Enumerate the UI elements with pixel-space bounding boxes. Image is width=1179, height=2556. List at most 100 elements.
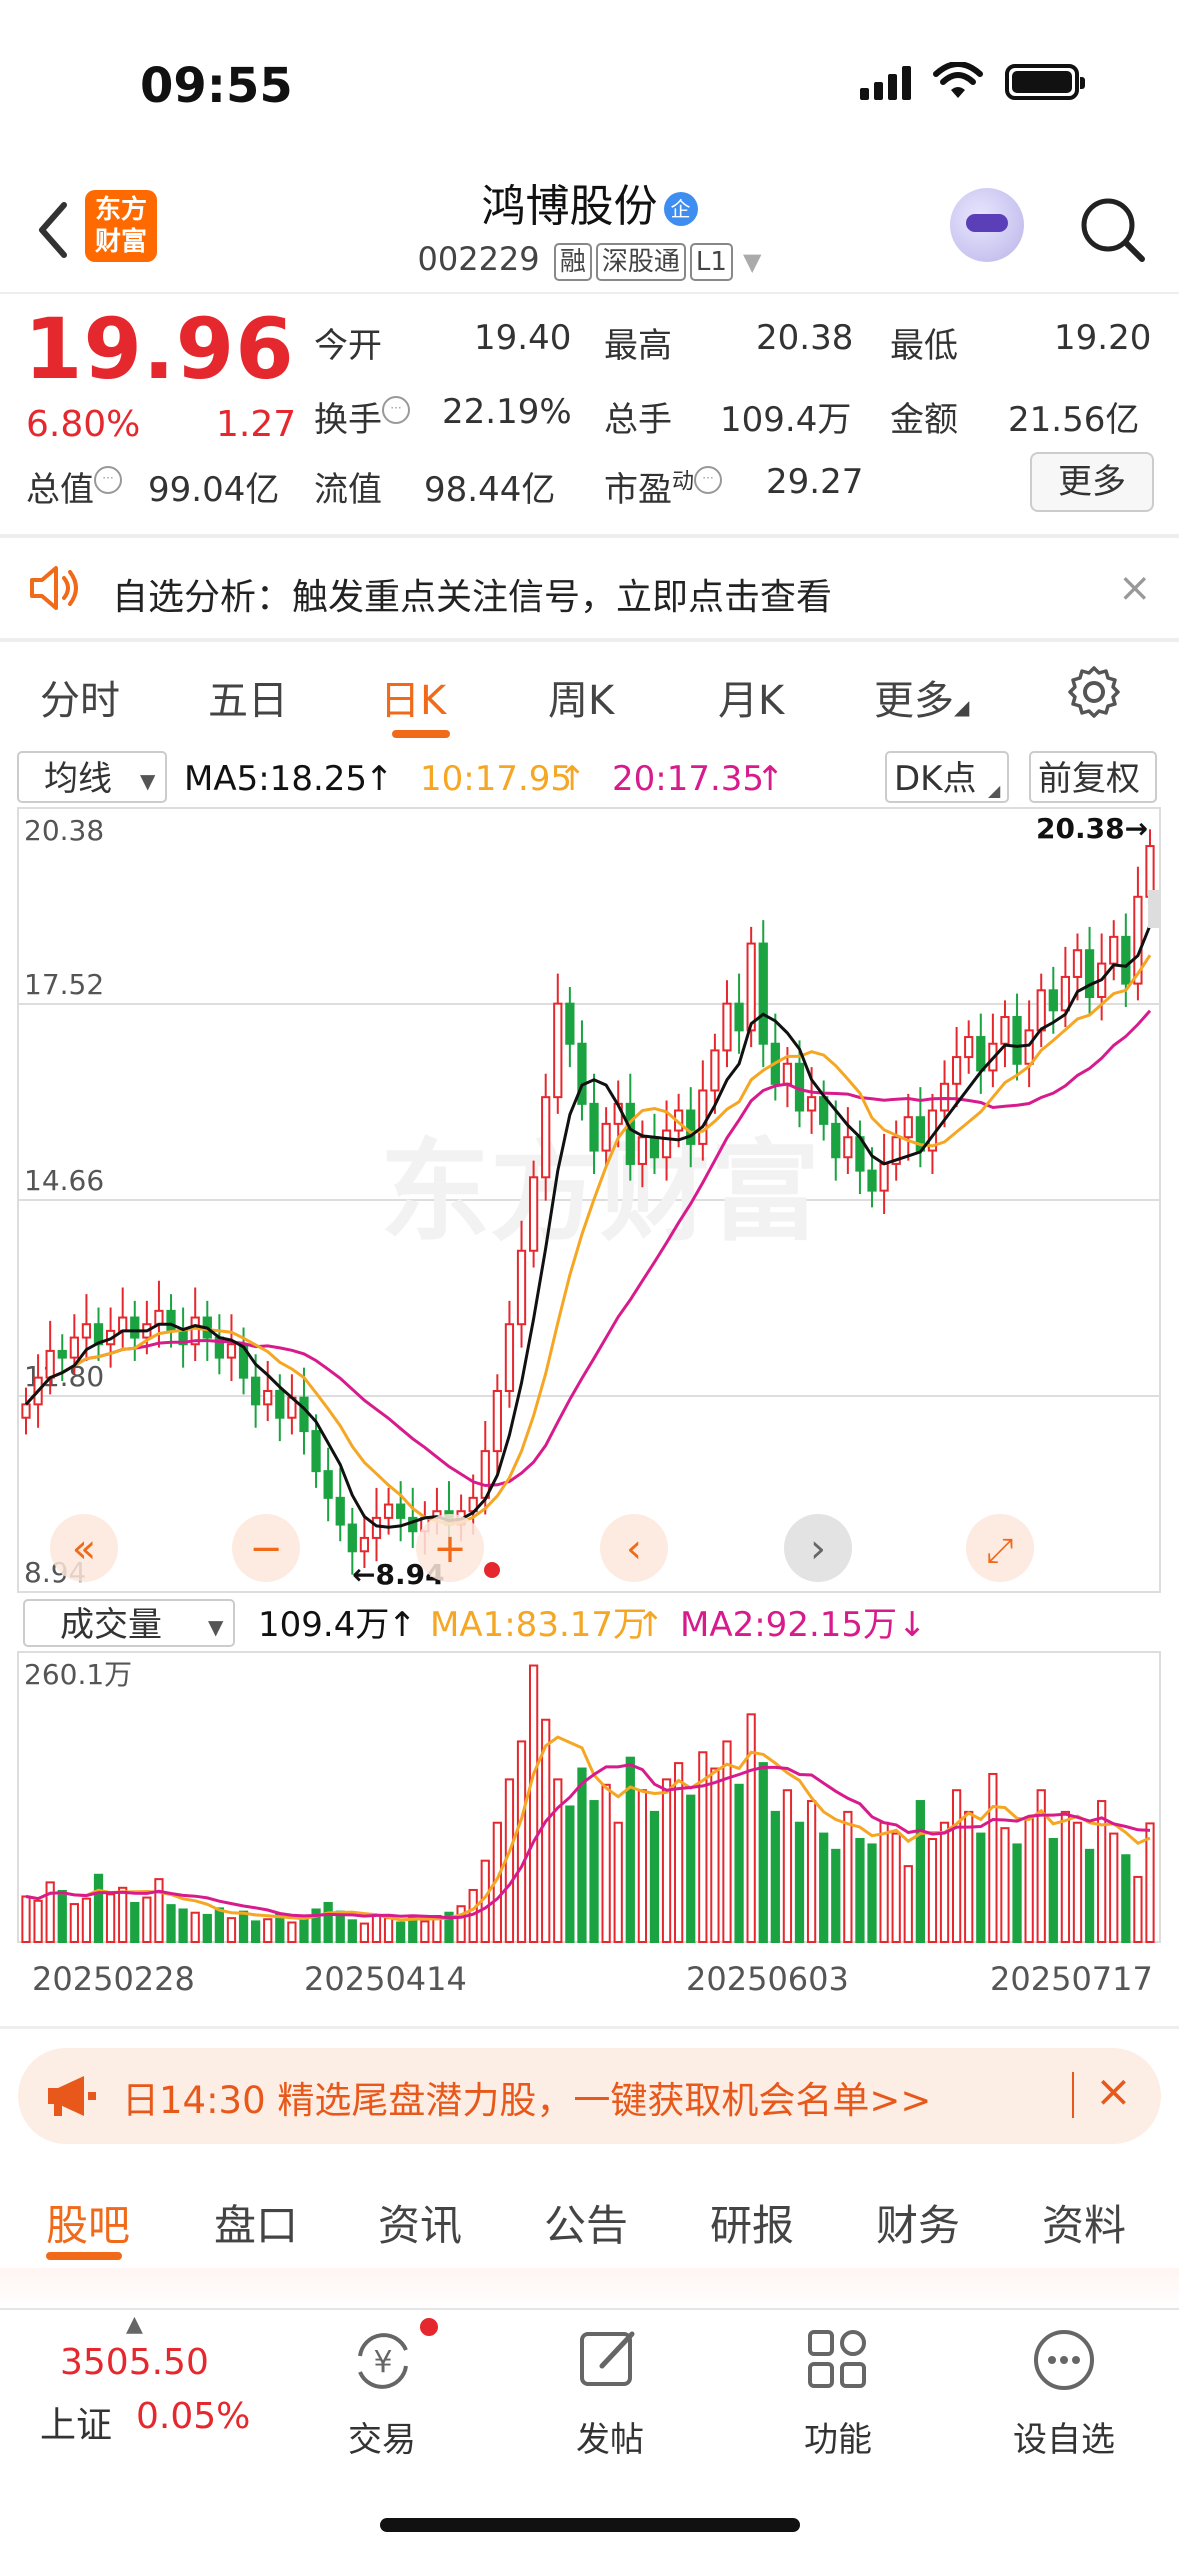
info-dots-icon[interactable]: ··· [694,466,723,494]
tab-intraday[interactable]: 分时 [40,668,120,726]
tab-research[interactable]: 研报 [710,2192,794,2253]
candle [154,1309,164,1326]
footer-post[interactable]: 发帖 [540,2412,680,2461]
ma5-label: MA5:18.25 [184,759,367,799]
ai-robot-icon[interactable] [950,188,1024,262]
cellular-signal-icon [860,66,911,100]
candle [806,1096,817,1112]
step-right-button[interactable]: › [784,1514,852,1582]
search-icon[interactable] [1078,195,1148,265]
tab-profile[interactable]: 资料 [1042,2192,1126,2253]
volume-bar [105,1893,116,1944]
scroll-thumb[interactable] [1148,890,1160,928]
stock-name: 鸿博股份 [481,181,658,232]
zoom-out-button[interactable]: − [232,1514,300,1582]
more-button[interactable]: 更多 [1030,452,1154,512]
volume-bar [528,1664,539,1943]
fullscreen-button[interactable]: ⤢ [966,1514,1034,1582]
info-dots-icon[interactable]: ··· [94,466,122,494]
volume-bar [371,1913,382,1943]
tab-more[interactable]: 更多◢ [874,668,969,726]
info-dots-icon[interactable]: ··· [382,396,410,424]
step-left-button[interactable]: ‹ [600,1514,668,1582]
volume-bar [843,1810,853,1944]
volume-bar [637,1789,648,1944]
pe-label[interactable]: 市盈动 ··· [604,462,723,511]
candle [166,1309,176,1332]
candle [263,1390,273,1406]
tab-daily-k[interactable]: 日K [380,668,446,726]
tab-forum[interactable]: 股吧 [46,2192,130,2253]
zoom-in-button[interactable]: + [416,1514,484,1582]
candle [311,1430,321,1473]
volume-bar [154,1878,164,1943]
volume-bar [577,1767,587,1943]
volume-bar [45,1881,55,1944]
promo-text[interactable]: 日14:30 精选尾盘潜力股，一键获取机会名单>> [122,2070,931,2124]
kline-chart[interactable]: 均线 ▼ MA5:18.25 ↑ 10:17.95 ↑ 20:17.35 ↑ D… [0,745,1179,2020]
index-change[interactable]: 0.05% [136,2396,250,2437]
candle [45,1349,55,1379]
volume-bar [939,1821,950,1943]
volume-bar [722,1740,732,1944]
candle [649,1136,660,1159]
volume-bar [1145,1822,1155,1943]
candle [359,1536,370,1553]
settings-gear-icon[interactable] [1066,664,1122,720]
tab-orderbook[interactable]: 盘口 [214,2192,298,2253]
tab-weekly-k[interactable]: 周K [548,668,614,726]
close-icon[interactable]: × [1118,565,1152,611]
index-name[interactable]: 上证 [40,2396,112,2448]
megaphone-icon [48,2076,96,2116]
volume-bar [1000,1827,1010,1944]
volume-bar [794,1821,805,1943]
notice-text[interactable]: 自选分析：触发重点关注信号，立即点击查看 [112,568,832,620]
apps-grid-icon[interactable] [804,2326,870,2392]
close-icon[interactable]: × [1095,2066,1132,2117]
turnover-label[interactable]: 换手 ··· [314,392,410,441]
volume-bar [1012,1843,1022,1943]
adjust-label: 前复权 [1038,759,1140,799]
y-tick-label: 20.38 [24,814,104,847]
date-label: 20250603 [686,1960,849,1998]
tag-shenzhen-connect: 深股通 [595,243,686,281]
market-cap-label[interactable]: 总值 ··· [26,462,122,511]
volume-bar [964,1810,974,1944]
float-cap-value: 98.44亿 [424,470,556,510]
divider [1072,2072,1074,2118]
pe-value: 29.27 [766,462,864,502]
volume-bar [21,1895,31,1943]
open-label: 今开 [314,326,382,366]
tab-announcements[interactable]: 公告 [544,2192,628,2253]
volume-bar [734,1783,744,1944]
volume-bar [1060,1810,1071,1944]
tab-news[interactable]: 资讯 [378,2192,462,2253]
candle [541,1096,551,1179]
add-watchlist-icon[interactable] [1030,2326,1098,2394]
volume-bar [1097,1800,1107,1943]
footer-add-watchlist[interactable]: 设自选 [994,2412,1134,2461]
candle [698,1089,708,1145]
volume-bar [565,1805,575,1944]
tab-underline [46,2252,122,2260]
index-value[interactable]: 3505.50 [60,2342,209,2383]
volume-bar [758,1762,768,1944]
compose-icon[interactable] [576,2326,642,2392]
tab-five-day[interactable]: 五日 [208,668,288,726]
volume-bar [383,1917,394,1943]
volume-value: 109.4万 [258,1605,389,1645]
tab-financials[interactable]: 财务 [876,2192,960,2253]
volume-bar [190,1911,200,1944]
fast-rewind-button[interactable]: « [50,1514,118,1582]
footer-trade[interactable]: 交易 [312,2412,452,2461]
trade-icon[interactable]: ¥ [348,2326,418,2396]
tab-monthly-k[interactable]: 月K [718,668,784,726]
wifi-icon [933,62,983,98]
date-label: 20250414 [304,1960,467,1998]
footer-functions[interactable]: 功能 [768,2412,908,2461]
chevron-right-icon: › [810,1526,826,1572]
volume-bar [879,1821,889,1943]
chevron-down-icon: ▼ [140,769,156,793]
volume-bar [915,1800,925,1943]
ma-selector-label: 均线 [44,759,112,799]
